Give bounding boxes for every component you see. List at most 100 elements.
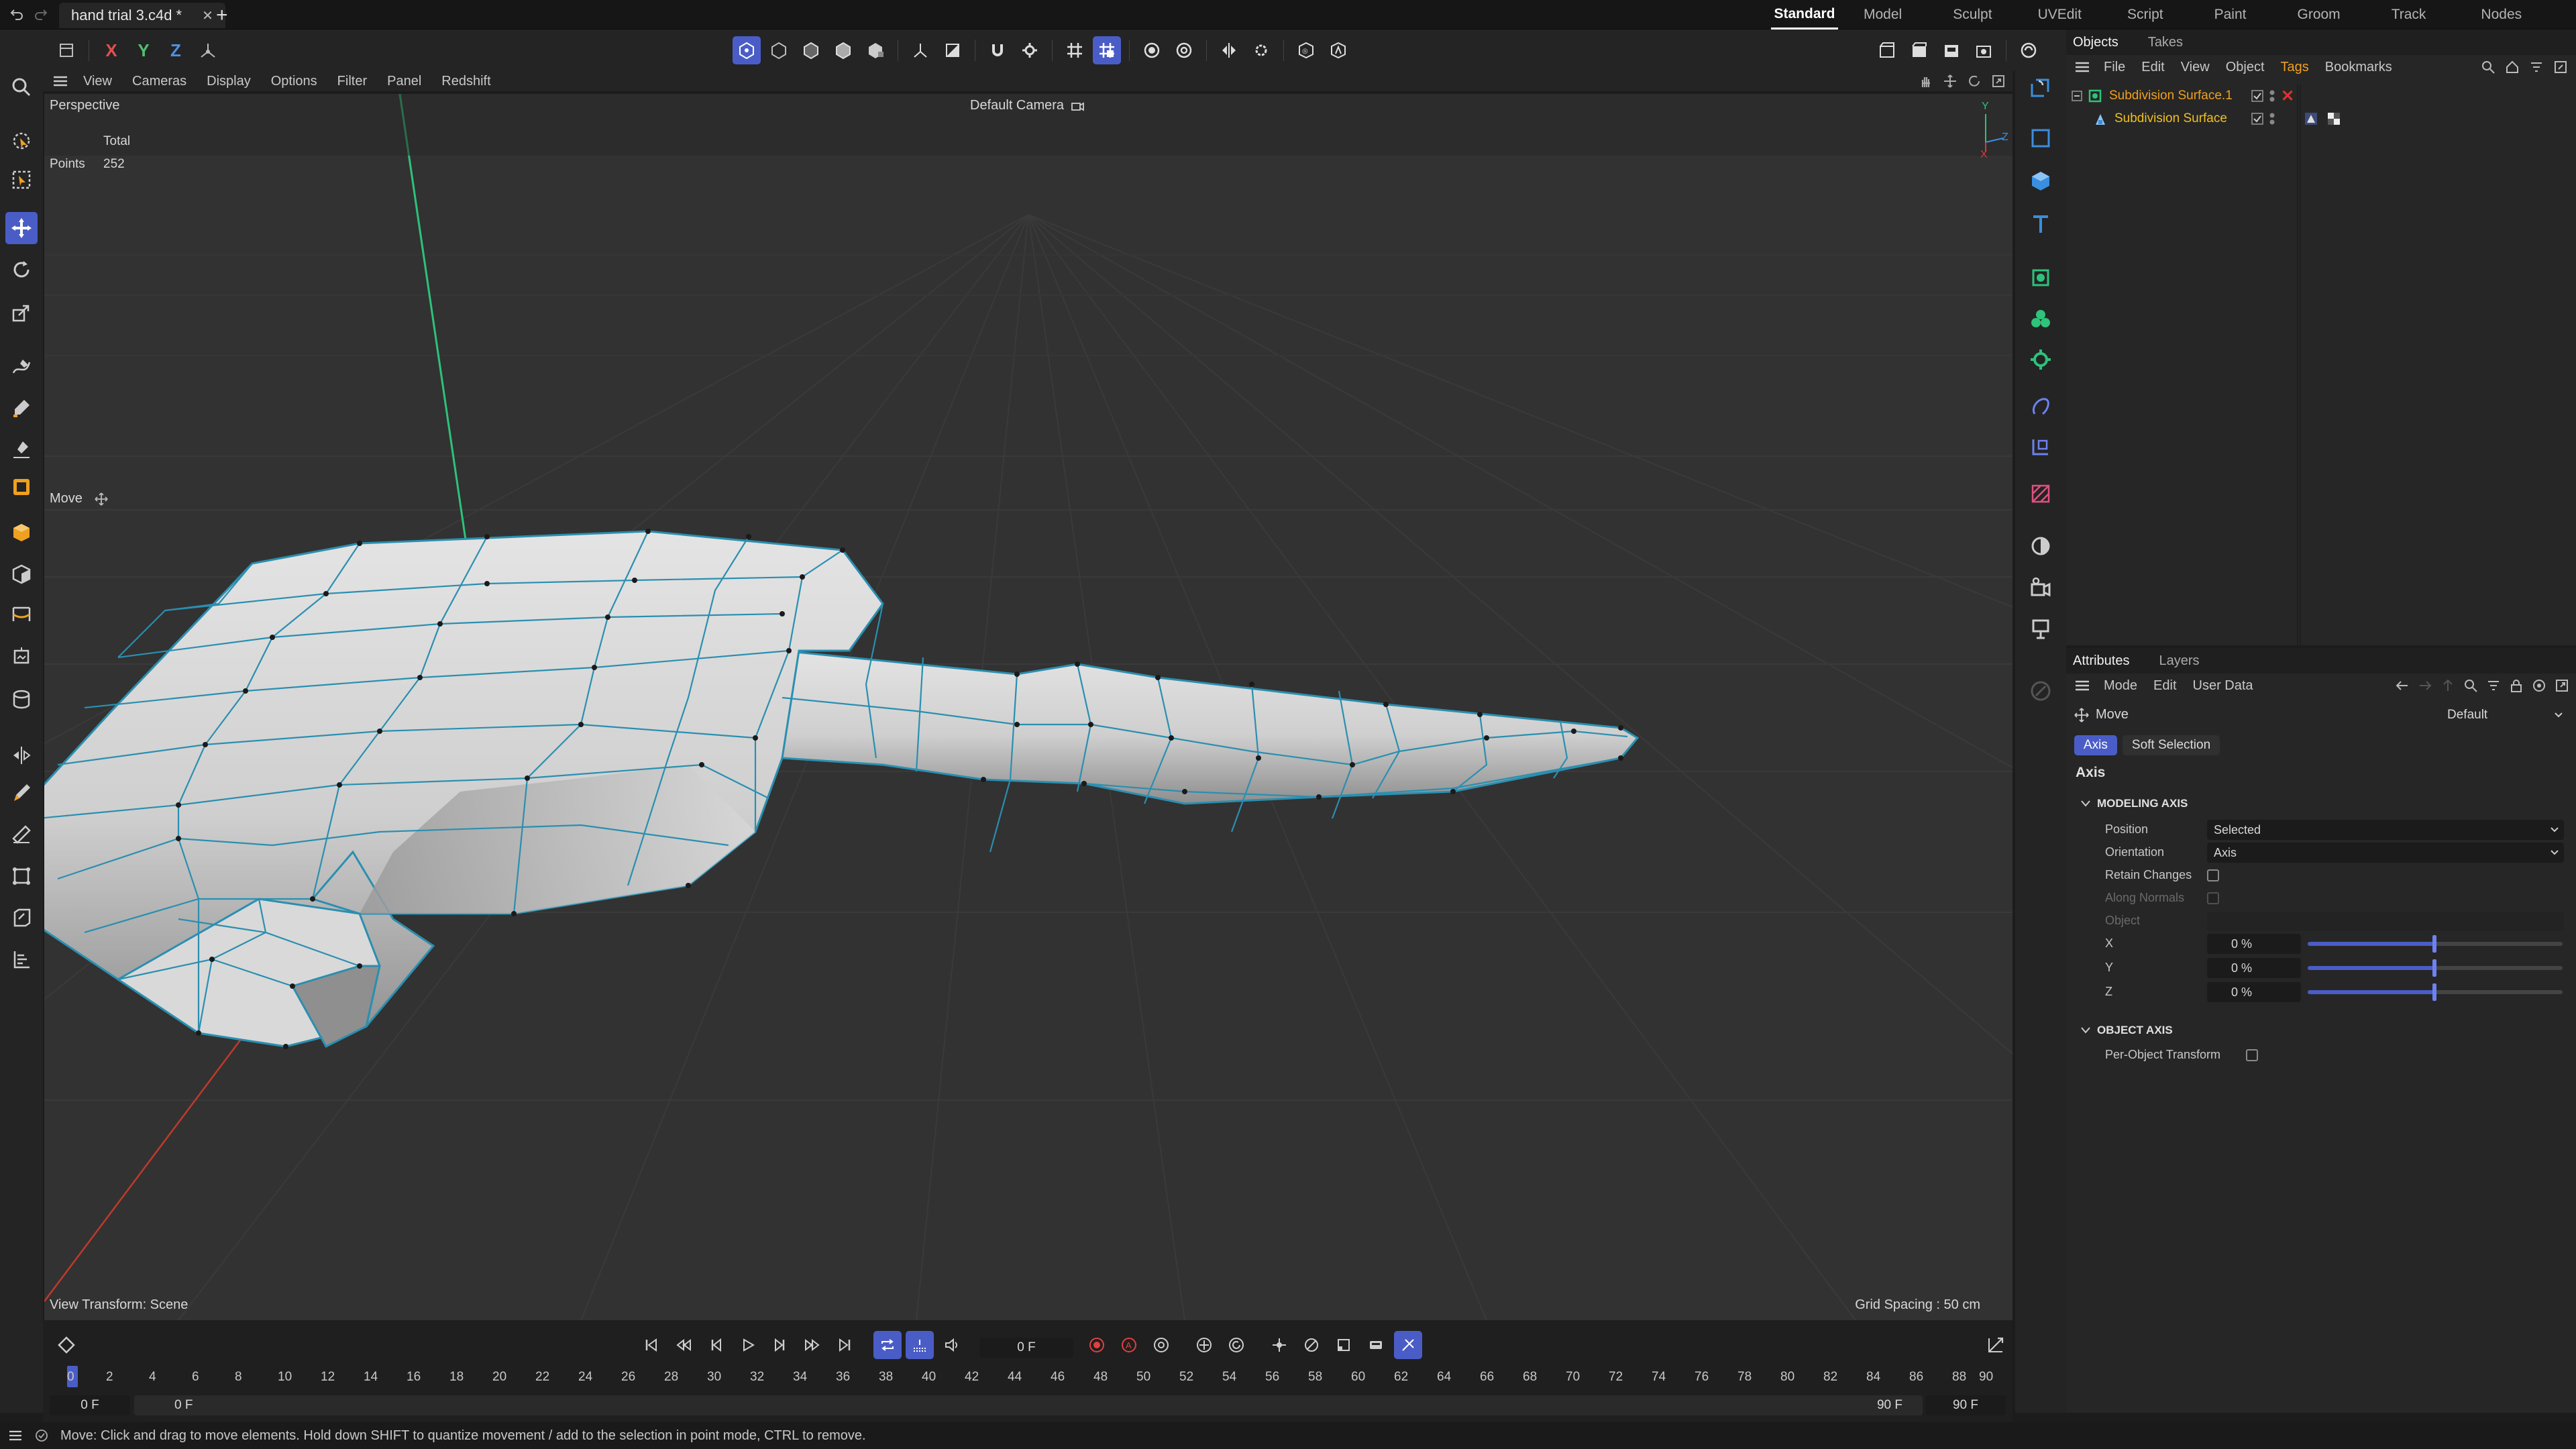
- status-menu-icon[interactable]: [8, 1430, 23, 1442]
- axis-x-toggle[interactable]: X: [97, 36, 125, 64]
- attributes-settings-icon[interactable]: [2532, 678, 2546, 693]
- document-tab[interactable]: hand trial 3.c4d * ✕: [59, 3, 225, 28]
- rotate-tool-icon[interactable]: [5, 254, 38, 286]
- model-mode-icon[interactable]: [733, 36, 761, 64]
- play-icon[interactable]: [734, 1331, 762, 1359]
- render-region-icon[interactable]: [1873, 36, 1901, 64]
- orientation-dropdown[interactable]: Axis: [2207, 843, 2564, 863]
- soft-selection-icon[interactable]: [1138, 36, 1166, 64]
- field-icon[interactable]: [2025, 431, 2057, 463]
- key-position-icon[interactable]: [1190, 1331, 1218, 1359]
- objects-menu-file[interactable]: File: [2104, 60, 2125, 75]
- preview-range-bar[interactable]: 0 F 90 F: [134, 1395, 1923, 1415]
- back-arrow-icon[interactable]: [2395, 678, 2410, 693]
- mograph-icon[interactable]: [2025, 262, 2057, 294]
- new-window-icon[interactable]: [2555, 678, 2569, 693]
- edges-mode-icon[interactable]: [797, 36, 825, 64]
- spline-pen-icon[interactable]: [5, 352, 38, 384]
- environment-icon[interactable]: [2025, 530, 2057, 562]
- axis-mode-icon[interactable]: [906, 36, 934, 64]
- forward-arrow-icon[interactable]: [2418, 678, 2432, 693]
- position-dropdown[interactable]: Selected: [2207, 820, 2564, 840]
- coordinate-system-icon[interactable]: [194, 36, 222, 64]
- keyframe-diamond-icon[interactable]: [58, 1336, 75, 1354]
- light-object-icon[interactable]: [2025, 613, 2057, 645]
- camera-label[interactable]: Default Camera: [970, 98, 1084, 113]
- axis-y-toggle[interactable]: Y: [129, 36, 158, 64]
- lock-icon[interactable]: [2509, 678, 2524, 693]
- keyframe-selection-icon[interactable]: [1147, 1331, 1175, 1359]
- axis-z-toggle[interactable]: Z: [162, 36, 190, 64]
- move-view-icon[interactable]: [1943, 74, 1957, 89]
- viewport-menu-icon[interactable]: [51, 75, 70, 87]
- layout-tab-model[interactable]: Model: [1864, 0, 1902, 30]
- object-enabled-check-icon[interactable]: [2251, 113, 2263, 125]
- generators-icon[interactable]: [5, 558, 38, 590]
- spline-smooth-icon[interactable]: [5, 433, 38, 466]
- layout-switch-icon[interactable]: [2025, 71, 2057, 103]
- attributes-menu-icon[interactable]: [2074, 680, 2090, 692]
- extrude-tool-icon[interactable]: [5, 902, 38, 934]
- record-active-objects-icon[interactable]: [1083, 1331, 1111, 1359]
- attributes-menu-mode[interactable]: Mode: [2104, 678, 2137, 694]
- key-pla-icon[interactable]: [1330, 1331, 1358, 1359]
- layout-tab-paint[interactable]: Paint: [2214, 0, 2247, 30]
- lock-workplane-icon[interactable]: [1170, 36, 1198, 64]
- collapse-toggle-icon[interactable]: [2072, 91, 2082, 101]
- deformers-icon[interactable]: [5, 598, 38, 631]
- maximize-view-icon[interactable]: [1991, 74, 2006, 89]
- object-name[interactable]: Subdivision Surface.1: [2109, 89, 2233, 103]
- disabled-x-icon[interactable]: ✕: [2281, 87, 2294, 106]
- snap-icon[interactable]: [983, 36, 1012, 64]
- current-frame-field[interactable]: 0 F: [979, 1338, 1073, 1358]
- viewport-menu-cameras[interactable]: Cameras: [132, 74, 186, 89]
- hand-mesh[interactable]: [44, 529, 1640, 1049]
- go-to-end-icon[interactable]: [830, 1331, 859, 1359]
- y-slider-handle[interactable]: [2432, 959, 2436, 977]
- loop-icon[interactable]: [873, 1331, 902, 1359]
- move-tool-icon[interactable]: [5, 212, 38, 244]
- uv-mode-icon[interactable]: [861, 36, 890, 64]
- key-point-level-icon[interactable]: [1362, 1331, 1390, 1359]
- spline-tools-icon[interactable]: [5, 471, 38, 503]
- scale-tool-icon[interactable]: [5, 297, 38, 329]
- tab-layers[interactable]: Layers: [2159, 653, 2199, 669]
- objects-expand-icon[interactable]: [2553, 60, 2568, 74]
- layout-tab-script[interactable]: Script: [2127, 0, 2163, 30]
- object-enabled-check-icon[interactable]: [2251, 90, 2263, 102]
- fields-icon[interactable]: [5, 683, 38, 715]
- render-active-view-icon[interactable]: [1905, 36, 1933, 64]
- x-slider-handle[interactable]: [2432, 935, 2436, 953]
- python-icon[interactable]: ◎: [1292, 36, 1320, 64]
- new-tab-icon[interactable]: +: [216, 4, 228, 27]
- live-selection-icon[interactable]: [5, 125, 38, 157]
- objects-menu-icon[interactable]: [2074, 61, 2090, 73]
- autokey-icon[interactable]: A: [1115, 1331, 1143, 1359]
- render-view-icon[interactable]: [52, 36, 80, 64]
- null-object-icon[interactable]: [2025, 122, 2057, 154]
- undo-icon[interactable]: [9, 7, 24, 21]
- redshift-icon[interactable]: [2015, 36, 2043, 64]
- key-param-icon[interactable]: [1297, 1331, 1326, 1359]
- deformer-icon[interactable]: [2025, 390, 2057, 423]
- viewport-menu-options[interactable]: Options: [271, 74, 317, 89]
- preset-dropdown[interactable]: Default: [2442, 706, 2567, 724]
- attributes-search-icon[interactable]: [2463, 678, 2478, 693]
- fps-mode-icon[interactable]: [906, 1331, 934, 1359]
- objects-menu-view[interactable]: View: [2181, 60, 2210, 75]
- layout-tab-nodes[interactable]: Nodes: [2481, 0, 2522, 30]
- viewport-menu-display[interactable]: Display: [207, 74, 251, 89]
- mirror-tool-icon[interactable]: [5, 739, 38, 771]
- asset-browser-icon[interactable]: [1324, 36, 1352, 64]
- z-slider-handle[interactable]: [2432, 983, 2436, 1001]
- sound-icon[interactable]: [938, 1331, 966, 1359]
- redo-icon[interactable]: [34, 7, 48, 21]
- attributes-menu-user-data[interactable]: User Data: [2193, 678, 2253, 694]
- object-row[interactable]: Subdivision Surface: [2066, 107, 2576, 130]
- texture-mode-icon[interactable]: [938, 36, 967, 64]
- 3d-viewport[interactable]: Perspective Default Camera Total Points …: [44, 94, 2012, 1320]
- frame-ruler[interactable]: 0 2 4 6 8 10 12 14 16 18 20 22 24 26 28 30 32 34 36 38 40 42 4…: [67, 1366, 1999, 1390]
- next-key-icon[interactable]: [798, 1331, 826, 1359]
- fcurve-icon[interactable]: [1987, 1336, 2004, 1354]
- per-object-transform-checkbox[interactable]: [2246, 1049, 2258, 1061]
